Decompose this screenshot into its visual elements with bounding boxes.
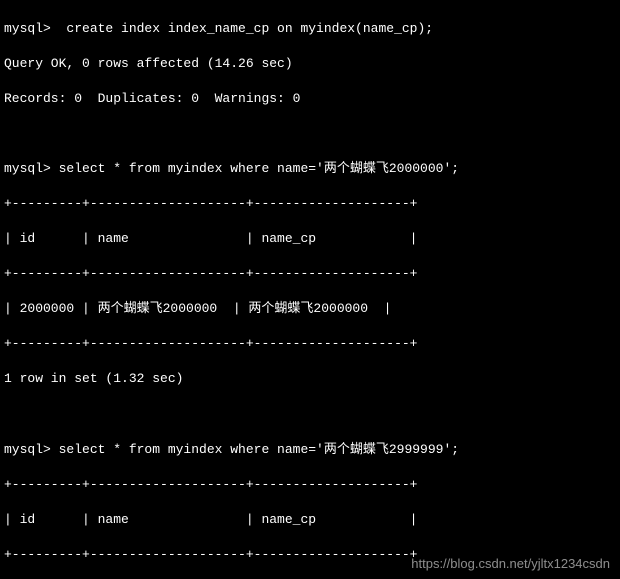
create-index-result2: Records: 0 Duplicates: 0 Warnings: 0 [4, 90, 616, 108]
query1-header: | id | name | name_cp | [4, 230, 616, 248]
query1-sep-bot: +---------+--------------------+--------… [4, 335, 616, 353]
query2-sep-mid: +---------+--------------------+--------… [4, 546, 616, 564]
query2-header: | id | name | name_cp | [4, 511, 616, 529]
query1-sep-mid: +---------+--------------------+--------… [4, 265, 616, 283]
mysql-terminal: mysql> create index index_name_cp on myi… [0, 0, 620, 579]
query2-sep-top: +---------+--------------------+--------… [4, 476, 616, 494]
query1-sep-top: +---------+--------------------+--------… [4, 195, 616, 213]
blank [4, 406, 616, 424]
blank [4, 125, 616, 143]
query1-command: mysql> select * from myindex where name=… [4, 160, 616, 178]
create-index-command: mysql> create index index_name_cp on myi… [4, 20, 616, 38]
create-index-result1: Query OK, 0 rows affected (14.26 sec) [4, 55, 616, 73]
query1-footer: 1 row in set (1.32 sec) [4, 370, 616, 388]
query1-row: | 2000000 | 两个蝴蝶飞2000000 | 两个蝴蝶飞2000000 … [4, 300, 616, 318]
query2-command: mysql> select * from myindex where name=… [4, 441, 616, 459]
